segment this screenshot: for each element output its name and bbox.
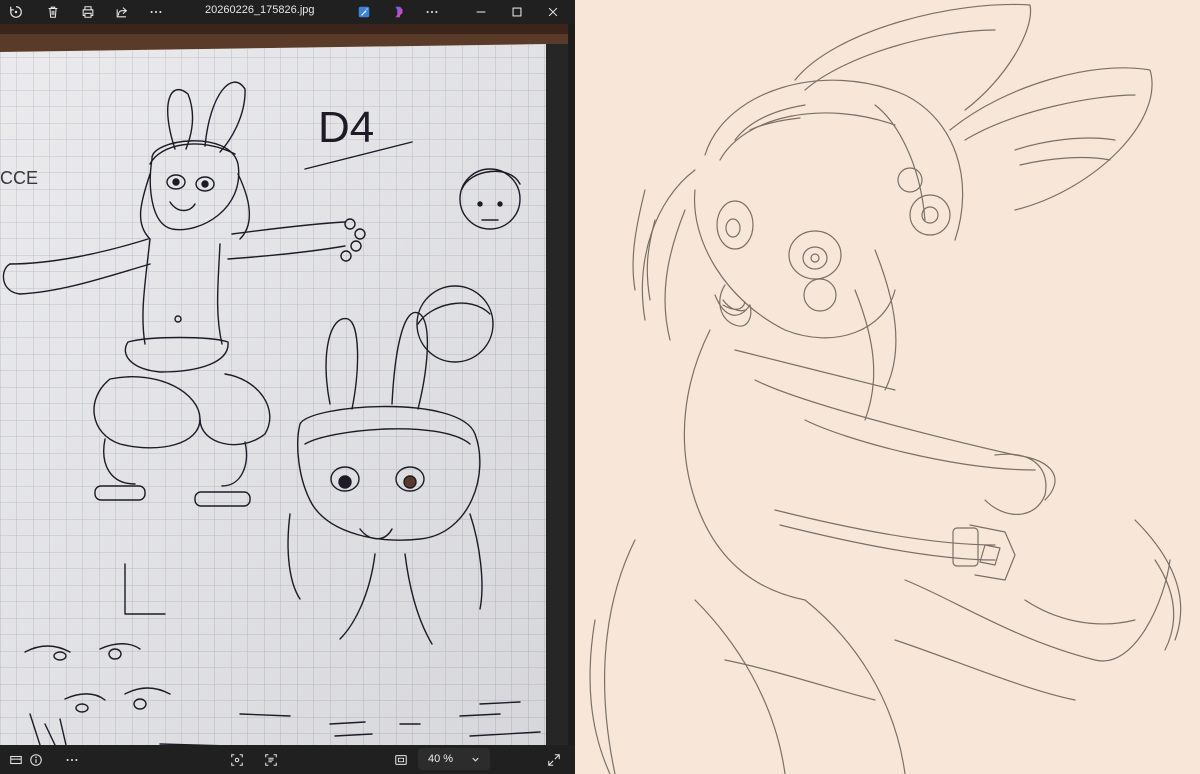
text-scan-icon (265, 754, 277, 766)
edit-button[interactable] (352, 0, 376, 24)
file-name: 20260226_175826.jpg (205, 4, 315, 16)
more-options-button-2[interactable] (420, 0, 444, 24)
photo-viewer-window: 20260226_175826.jpg D4 CCE 40 % (0, 0, 575, 774)
close-icon (548, 7, 558, 17)
more-options-button[interactable] (144, 0, 168, 24)
maximize-button[interactable] (505, 0, 529, 24)
scan-icon (231, 754, 243, 766)
title-bar: 20260226_175826.jpg (0, 0, 575, 24)
fullscreen-button[interactable] (543, 750, 565, 770)
digital-sketch (589, 3, 1182, 774)
sketch-photo: D4 CCE (0, 24, 575, 745)
rotate-button[interactable] (4, 0, 28, 24)
zoom-dropdown[interactable]: 40 % (418, 748, 490, 770)
rotate-icon (10, 6, 22, 18)
scrollbar[interactable] (568, 24, 575, 745)
delete-icon (48, 6, 58, 18)
share-button[interactable] (110, 0, 134, 24)
status-bar: 40 % (0, 745, 575, 774)
sketch-title-d4: D4 (318, 103, 374, 152)
filmstrip-icon (10, 755, 22, 765)
zoom-level: 40 % (428, 753, 454, 765)
digital-sketch-canvas (575, 0, 1200, 774)
more-icon (150, 10, 162, 14)
copilot-button[interactable] (387, 0, 411, 24)
more-icon (66, 758, 78, 762)
more-icon (426, 10, 438, 14)
more-status-button[interactable] (60, 750, 84, 770)
filmstrip-button[interactable] (4, 750, 28, 770)
photo-view[interactable]: D4 CCE (0, 24, 575, 745)
minimize-icon (476, 11, 486, 13)
close-button[interactable] (541, 0, 565, 24)
text-scan-button[interactable] (260, 750, 282, 770)
fit-to-window-button[interactable] (390, 750, 412, 770)
info-button[interactable] (26, 750, 46, 770)
share-icon (116, 7, 128, 18)
visual-search-button[interactable] (226, 750, 248, 770)
print-icon (82, 6, 94, 18)
maximize-icon (512, 7, 522, 17)
info-icon (30, 754, 42, 766)
partial-text: CCE (0, 168, 38, 188)
fit-icon (395, 755, 407, 765)
minimize-button[interactable] (469, 0, 493, 24)
print-button[interactable] (76, 0, 100, 24)
delete-button[interactable] (41, 0, 65, 24)
expand-icon (548, 754, 560, 766)
edit-icon (358, 6, 370, 18)
copilot-icon (395, 6, 403, 18)
chevron-down-icon (472, 757, 479, 762)
